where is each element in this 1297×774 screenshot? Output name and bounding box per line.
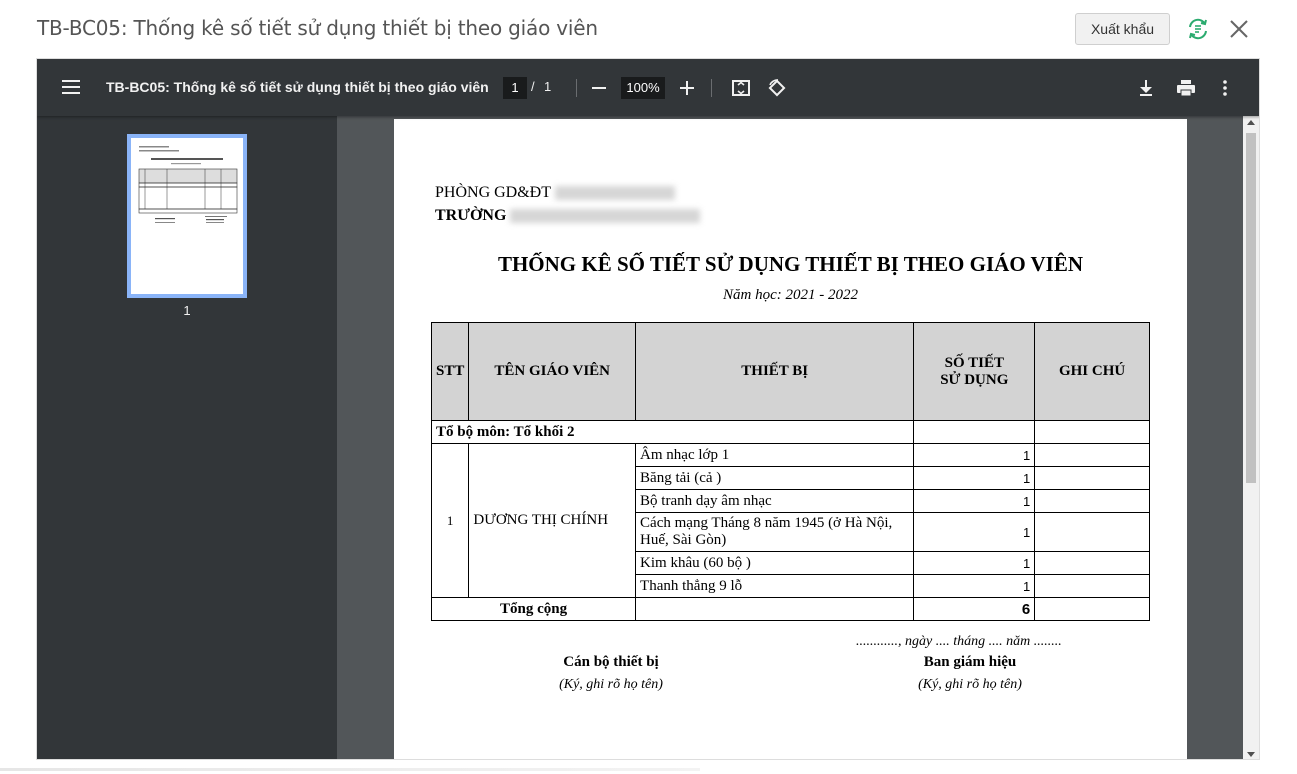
periods-cell: 1 bbox=[913, 551, 1036, 575]
signature-role-left: Cán bộ thiết bị bbox=[563, 654, 659, 670]
fit-page-icon[interactable] bbox=[731, 78, 751, 98]
signature-note-right: (Ký, ghi rõ họ tên) bbox=[918, 677, 1022, 692]
header-device: THIẾT BỊ bbox=[635, 322, 915, 421]
print-icon[interactable] bbox=[1175, 78, 1197, 98]
note-cell bbox=[1034, 443, 1150, 467]
page-total: 1 bbox=[544, 79, 552, 94]
page-number-input[interactable]: 1 bbox=[503, 77, 527, 99]
periods-cell: 1 bbox=[913, 489, 1036, 513]
periods-cell: 1 bbox=[913, 443, 1036, 467]
total-label: Tổng cộng bbox=[430, 597, 637, 621]
background-strip bbox=[0, 762, 1297, 774]
header-note: GHI CHÚ bbox=[1034, 322, 1150, 421]
note-cell bbox=[1034, 551, 1150, 575]
note-cell bbox=[1034, 489, 1150, 513]
page-separator: / bbox=[531, 79, 535, 94]
note-cell bbox=[1034, 466, 1150, 490]
device-cell: Kim khâu (60 bộ ) bbox=[635, 551, 915, 575]
group-note-cell bbox=[1034, 420, 1150, 444]
note-cell bbox=[1034, 512, 1150, 552]
thumbnail-sidebar: 1 bbox=[37, 116, 337, 759]
header-periods-line1: SỐ TIẾT bbox=[944, 354, 1004, 371]
pdf-toolbar: TB-BC05: Thống kê số tiết sử dụng thiết … bbox=[37, 59, 1259, 116]
periods-cell: 1 bbox=[913, 512, 1036, 552]
thumbnail-page-number: 1 bbox=[183, 303, 191, 318]
report-title: THỐNG KÊ SỐ TIẾT SỬ DỤNG THIẾT BỊ THEO G… bbox=[497, 252, 1084, 276]
export-button[interactable]: Xuất khẩu bbox=[1075, 13, 1170, 45]
toolbar-divider bbox=[576, 79, 577, 97]
header-stt: STT bbox=[430, 322, 470, 421]
more-options-icon[interactable] bbox=[1217, 78, 1233, 98]
table-header-row: STT TÊN GIÁO VIÊN THIẾT BỊ SỐ TIẾT SỬ DỤN… bbox=[430, 322, 1150, 421]
teacher-name: DƯƠNG THỊ CHÍNH bbox=[468, 443, 637, 598]
total-device-cell bbox=[635, 597, 915, 621]
scroll-down-icon[interactable] bbox=[1247, 752, 1255, 757]
group-periods-cell bbox=[913, 420, 1036, 444]
school-line: TRƯỜNG bbox=[435, 207, 701, 225]
pdf-viewer: TB-BC05: Thống kê số tiết sử dụng thiết … bbox=[36, 58, 1260, 760]
total-note-cell bbox=[1034, 597, 1150, 621]
device-cell: Thanh thẳng 9 lỗ bbox=[635, 574, 915, 598]
menu-icon[interactable] bbox=[62, 79, 80, 95]
page-thumbnail[interactable] bbox=[127, 134, 247, 298]
group-label: Tổ bộ môn: Tổ khối 2 bbox=[430, 420, 915, 444]
scrollbar-thumb[interactable] bbox=[1246, 133, 1256, 483]
download-icon[interactable] bbox=[1137, 78, 1155, 98]
modal-title: TB-BC05: Thống kê số tiết sử dụng thiết … bbox=[37, 16, 598, 40]
department-label: PHÒNG GD&ĐT bbox=[435, 184, 551, 201]
signature-note-left: (Ký, ghi rõ họ tên) bbox=[559, 677, 663, 692]
device-cell: Băng tải (cả ) bbox=[635, 466, 915, 490]
teacher-stt: 1 bbox=[430, 443, 470, 598]
table-row: 1 DƯƠNG THỊ CHÍNH Âm nhạc lớp 1 1 bbox=[430, 443, 1150, 598]
signature-date-line: ............, ngày .... tháng .... năm .… bbox=[856, 634, 1062, 649]
zoom-in-icon[interactable] bbox=[679, 78, 695, 98]
note-cell bbox=[1034, 574, 1150, 598]
redacted-department bbox=[555, 186, 675, 201]
group-row: Tổ bộ môn: Tổ khối 2 bbox=[430, 420, 1150, 444]
report-table: STT TÊN GIÁO VIÊN THIẾT BỊ SỐ TIẾT SỬ DỤN… bbox=[430, 322, 1150, 621]
periods-cell: 1 bbox=[913, 574, 1036, 598]
pdf-page: PHÒNG GD&ĐT TRƯỜNG THỐNG KÊ SỐ TIẾT SỬ D… bbox=[394, 119, 1187, 759]
refresh-icon[interactable] bbox=[1185, 16, 1211, 42]
signature-role-right: Ban giám hiệu bbox=[923, 654, 1017, 670]
signature-board: Ban giám hiệu (Ký, ghi rõ họ tên) bbox=[870, 654, 1070, 693]
header-periods: SỐ TIẾT SỬ DỤNG bbox=[913, 322, 1036, 421]
header-periods-line2: SỬ DỤNG bbox=[940, 371, 1009, 388]
school-label: TRƯỜNG bbox=[435, 207, 507, 224]
report-year: Năm học: 2021 - 2022 bbox=[723, 287, 858, 303]
toolbar-divider bbox=[711, 79, 712, 97]
zoom-out-icon[interactable] bbox=[591, 78, 607, 98]
rotate-icon[interactable] bbox=[766, 77, 788, 99]
signature-equipment-staff: Cán bộ thiết bị (Ký, ghi rõ họ tên) bbox=[511, 654, 711, 693]
device-cell: Âm nhạc lớp 1 bbox=[635, 443, 915, 467]
periods-cell: 1 bbox=[913, 466, 1036, 490]
header-teacher: TÊN GIÁO VIÊN bbox=[468, 322, 637, 421]
background-fade bbox=[0, 768, 700, 771]
vertical-scrollbar[interactable] bbox=[1243, 116, 1259, 759]
total-row: Tổng cộng 6 bbox=[430, 597, 1150, 621]
department-line: PHÒNG GD&ĐT bbox=[435, 184, 675, 202]
device-cell: Cách mạng Tháng 8 năm 1945 (ở Hà Nội, Hu… bbox=[635, 512, 915, 552]
close-icon[interactable] bbox=[1228, 18, 1250, 40]
total-value: 6 bbox=[913, 597, 1036, 621]
toolbar-title: TB-BC05: Thống kê số tiết sử dụng thiết … bbox=[106, 79, 489, 95]
zoom-input[interactable]: 100% bbox=[621, 77, 665, 99]
device-cell: Bộ tranh dạy âm nhạc bbox=[635, 489, 915, 513]
scroll-up-icon[interactable] bbox=[1247, 120, 1255, 125]
modal-header: TB-BC05: Thống kê số tiết sử dụng thiết … bbox=[0, 0, 1297, 58]
redacted-school bbox=[510, 209, 701, 224]
